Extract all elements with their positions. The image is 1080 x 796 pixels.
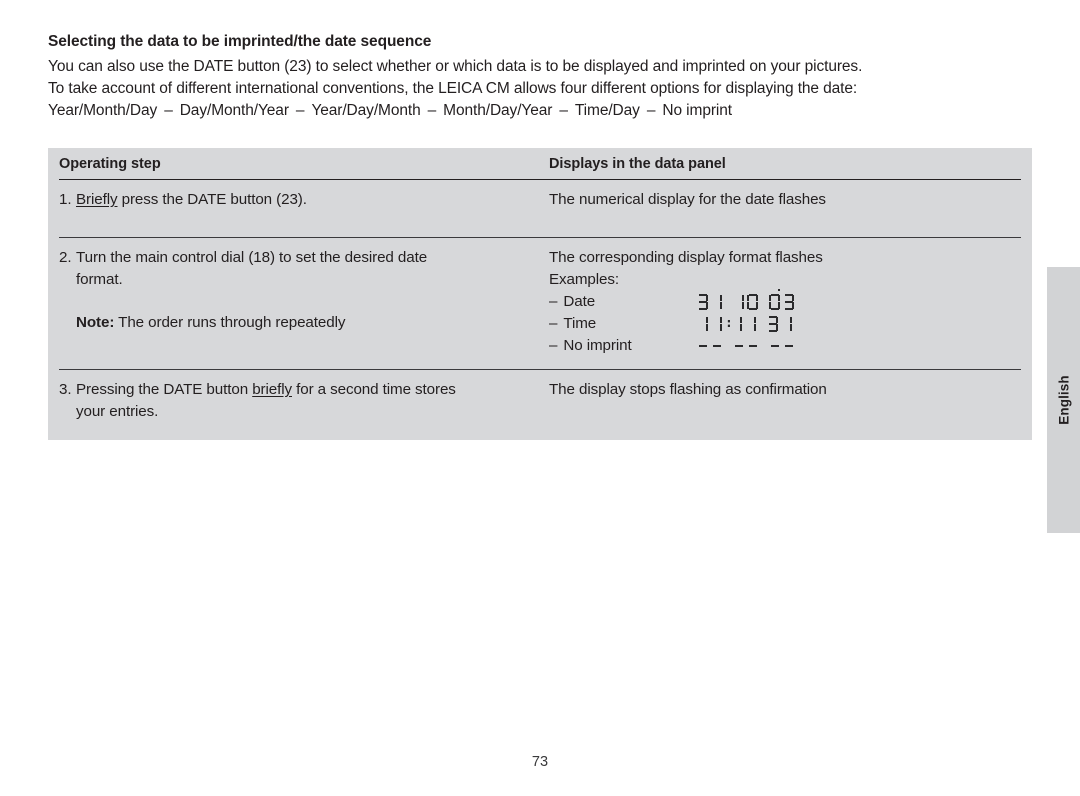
example-no-imprint: – No imprint: [549, 335, 1021, 357]
lcd-dash: [783, 338, 794, 355]
row-1-number: 1.: [59, 191, 72, 208]
row-2-note: Note: The order runs through repeatedly: [59, 312, 539, 334]
lcd-digit-group: [731, 316, 759, 333]
example-dash: –: [549, 293, 558, 310]
example-date: – Date: [549, 289, 1021, 313]
example-dash: –: [549, 337, 558, 354]
lcd-no-imprint-value: [697, 335, 797, 357]
row-2-step: 2. Turn the main control dial (18) to se…: [59, 247, 549, 334]
page-number: 73: [531, 754, 549, 770]
example-no-imprint-label: – No imprint: [549, 335, 697, 357]
lcd-digit-group: [733, 338, 761, 355]
intro-paragraph-line-2: To take account of different internation…: [48, 80, 858, 98]
row-1-underlined-word: Briefly: [76, 191, 118, 208]
lcd-digit-1: [697, 316, 708, 333]
lcd-dash: [697, 338, 708, 355]
lcd-dash: [711, 338, 722, 355]
lcd-digit-group: [697, 293, 725, 311]
lcd-digit-0: [747, 293, 758, 311]
row-3-underlined-word: briefly: [252, 381, 292, 398]
row-2-step-line-2: format.: [76, 271, 123, 288]
lcd-digit-group: [733, 293, 761, 311]
row-3-step: 3. Pressing the DATE button briefly for …: [59, 379, 549, 423]
example-time: – Time :: [549, 313, 1021, 335]
manual-page: Selecting the data to be imprinted/the d…: [0, 0, 1080, 796]
row-2-number: 2.: [59, 249, 72, 266]
date-format-option: Year/Month/Day: [48, 102, 158, 120]
example-label: Time: [563, 315, 597, 332]
lcd-digit-group: [769, 289, 797, 311]
note-label: Note:: [76, 314, 115, 331]
date-format-option: No imprint: [662, 102, 732, 120]
date-format-option: Year/Day/Month: [311, 102, 421, 120]
lcd-digit-3: [783, 293, 794, 311]
example-label: No imprint: [563, 337, 632, 354]
lcd-digit-group: [697, 316, 725, 333]
example-time-label: – Time: [549, 313, 697, 335]
lcd-digit-group: [697, 338, 725, 355]
lcd-digit-group: [769, 338, 797, 355]
language-side-tab-label: English: [1056, 375, 1071, 425]
row-2-display-line-1: The corresponding display format flashes: [549, 249, 823, 266]
intro-paragraph-line-1: You can also use the DATE button (23) to…: [48, 58, 863, 76]
row-3-display: The display stops flashing as confirmati…: [549, 381, 827, 398]
format-separator: –: [295, 102, 305, 120]
lcd-digit-1: [745, 316, 756, 333]
lcd-digit-1: [711, 316, 722, 333]
row-3-step-prefix: Pressing the DATE button: [76, 381, 253, 398]
column-header-operating-step: Operating step: [59, 156, 161, 172]
lcd-digit-1: [781, 316, 792, 333]
example-label: Date: [563, 293, 596, 310]
lcd-time-value: :: [697, 313, 795, 335]
row-3-number: 3.: [59, 381, 72, 398]
format-separator: –: [164, 102, 173, 120]
section-title: Selecting the data to be imprinted/the d…: [48, 33, 432, 50]
lcd-digit-1: [733, 294, 744, 311]
row-3-step-text: Pressing the DATE button briefly for a s…: [76, 379, 539, 423]
lcd-date-value: [697, 289, 797, 313]
date-format-option: Month/Day/Year: [443, 102, 553, 120]
row-1-step-suffix: press the DATE button (23).: [117, 191, 307, 208]
table-row: 3. Pressing the DATE button briefly for …: [48, 370, 1032, 440]
lcd-digit-1: [731, 316, 742, 333]
row-2-step-line-1: Turn the main control dial (18) to set t…: [76, 249, 428, 266]
intro-block: Selecting the data to be imprinted/the d…: [48, 30, 1008, 122]
lcd-dash: [733, 338, 744, 355]
date-format-option: Time/Day: [574, 102, 640, 120]
format-separator: –: [646, 102, 656, 120]
table-header: Operating step Displays in the data pane…: [48, 148, 1032, 179]
lcd-digit-1: [711, 294, 722, 311]
format-separator: –: [427, 102, 437, 120]
example-date-label: – Date: [549, 291, 697, 313]
lcd-digit-group: [767, 315, 795, 333]
lcd-digit-0: [769, 289, 780, 311]
lcd-digit-3: [697, 293, 708, 311]
table-row: 1. Briefly press the DATE button (23). T…: [48, 180, 1032, 237]
row-2-step-text: Turn the main control dial (18) to set t…: [76, 247, 539, 291]
row-1-step-text: Briefly press the DATE button (23).: [76, 189, 539, 211]
language-side-tab: English: [1047, 267, 1080, 533]
row-1-display: The numerical display for the date flash…: [549, 191, 826, 208]
format-separator: –: [559, 102, 568, 120]
row-2-display: The corresponding display format flashes…: [549, 247, 1021, 357]
note-text: The order runs through repeatedly: [114, 314, 346, 331]
lcd-dash: [769, 338, 780, 355]
row-3-step-suffix: for a second time stores: [292, 381, 456, 398]
row-3-step-line-2: your entries.: [76, 403, 159, 420]
procedure-table: Operating step Displays in the data pane…: [48, 148, 1032, 440]
column-header-displays: Displays in the data panel: [549, 156, 726, 172]
row-1-step: 1. Briefly press the DATE button (23).: [59, 189, 549, 211]
example-dash: –: [549, 315, 558, 332]
date-format-options-list: Year/Month/Day – Day/Month/Year – Year/Day/M…: [48, 100, 1008, 122]
table-row: 2. Turn the main control dial (18) to se…: [48, 238, 1032, 369]
date-format-option: Day/Month/Year: [179, 102, 289, 120]
lcd-digit-3: [767, 315, 778, 333]
row-2-display-line-2: Examples:: [549, 271, 620, 288]
lcd-dash: [747, 338, 758, 355]
